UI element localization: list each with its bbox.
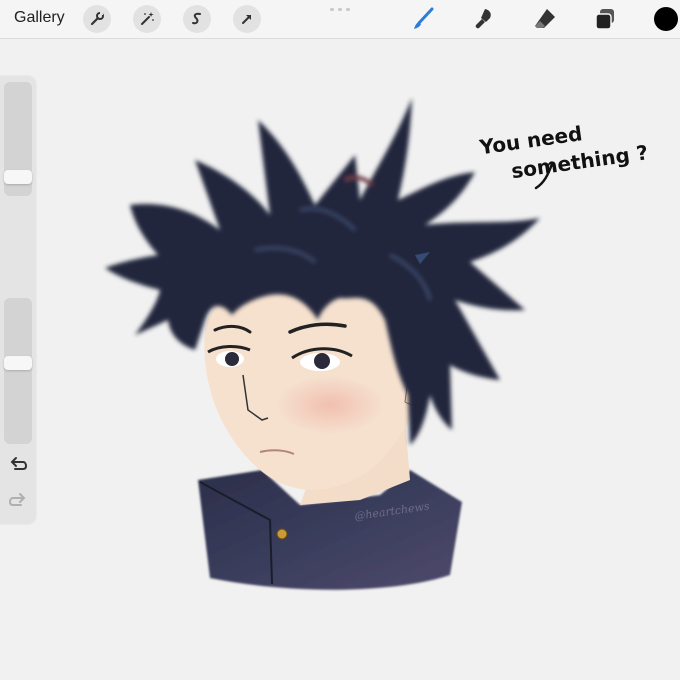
color-picker-button[interactable] [654, 7, 678, 31]
brush-icon [414, 7, 434, 29]
sidebar [0, 76, 36, 524]
transform-button[interactable] [233, 5, 261, 33]
brush-size-thumb[interactable] [4, 170, 32, 184]
magic-wand-icon [141, 12, 154, 25]
gallery-button[interactable]: Gallery [14, 9, 65, 27]
smudge-icon [475, 9, 491, 29]
layers-button[interactable] [591, 5, 619, 33]
arrow-cursor-icon [242, 15, 251, 24]
left-eye [225, 352, 239, 366]
undo-button[interactable] [8, 456, 28, 472]
redo-icon [8, 493, 26, 506]
collar-button [276, 528, 288, 540]
actions-button[interactable] [83, 5, 111, 33]
smudge-button[interactable] [470, 5, 498, 33]
selection-s-icon [192, 12, 201, 25]
adjustments-button[interactable] [133, 5, 161, 33]
wrench-icon [90, 12, 104, 26]
eraser-button[interactable] [531, 5, 559, 33]
opacity-slider[interactable] [4, 298, 32, 444]
redo-button[interactable] [8, 492, 28, 508]
top-toolbar: Gallery [0, 0, 680, 39]
undo-icon [10, 457, 28, 470]
brush-button[interactable] [409, 5, 437, 33]
opacity-thumb[interactable] [4, 356, 32, 370]
right-eye [314, 353, 330, 369]
layers-icon [595, 9, 614, 30]
drawing-canvas[interactable]: @heartchews You need something ? [0, 39, 680, 680]
brush-size-slider[interactable] [4, 82, 32, 196]
toolbar-grabber[interactable] [330, 8, 350, 11]
selection-button[interactable] [183, 5, 211, 33]
eraser-icon [535, 9, 555, 28]
